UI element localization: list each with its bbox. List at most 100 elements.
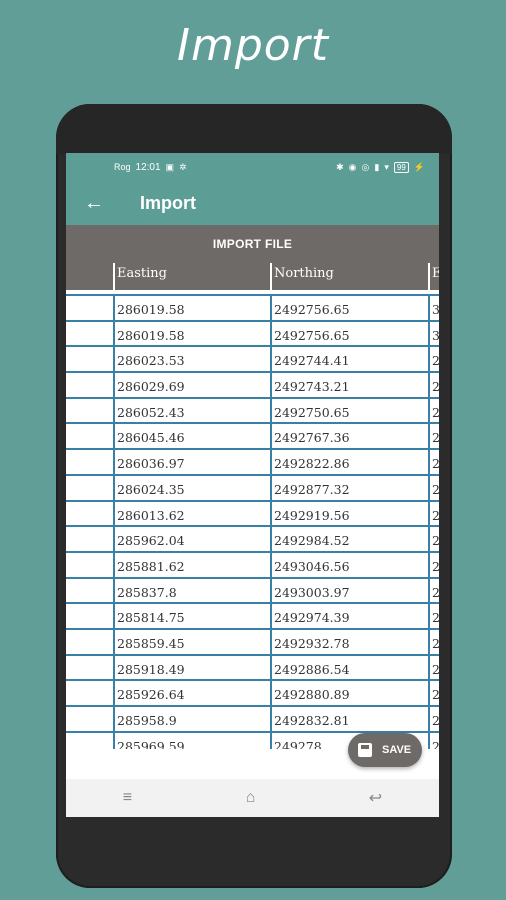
table-cell: 2 [432,404,439,420]
save-label: SAVE [382,744,412,756]
table-row[interactable]: 285958.9 2492832.81 2 [66,707,439,733]
status-time: 12:01 [135,161,161,173]
table-body: 286019.58 2492756.65 3 286019.58 2492756.65 3… [66,296,439,749]
phone-screen: Rog 12:01 ▣ ✲ ✱ ◉ ◎ ▮ ▾ 99 ⚡ ← Import IM… [66,153,439,817]
table-cell [66,655,115,680]
wifi-icon: ▾ [384,161,389,172]
table-cell: 2 [432,584,439,600]
table-cell: 2492984.52 [272,527,430,551]
table-row[interactable]: 285926.64 2492880.89 2 [66,681,439,707]
table-row[interactable]: 286024.35 2492877.32 2 [66,475,439,502]
charging-icon: ⚡ [413,161,425,172]
table-cell: 286023.53 [115,347,272,372]
table-cell: 2492832.81 [272,707,430,731]
table-row[interactable]: 285814.75 2492974.39 2 [66,604,439,630]
table-cell: 2 [432,738,439,749]
data-table[interactable]: Easting Northing E 286019.58 2492756.65 3 2… [66,263,439,749]
table-cell: 285859.45 [115,629,272,654]
table-cell: 2492756.65 [272,296,430,320]
table-cell [66,527,115,551]
table-cell: 2492932.78 [272,629,430,654]
table-row[interactable]: 285837.8 2493003.97 2 [66,578,439,605]
table-cell [66,450,115,474]
table-cell: 2 [432,353,439,369]
table-cell: 285962.04 [115,527,272,551]
table-cell: 286019.58 [115,321,272,346]
back-icon[interactable]: ↩ [369,788,382,808]
table-cell: 2492974.39 [272,604,430,628]
menu-icon[interactable]: ≡ [123,789,132,807]
table-cell [66,475,115,500]
table-cell [66,398,115,423]
bluetooth-icon: ✱ [336,161,344,172]
app-bar: ← Import [66,181,439,225]
table-cell: 2 [432,481,439,497]
notification-icon: ▣ [165,161,175,172]
save-button[interactable]: SAVE [348,733,422,767]
table-cell [66,707,115,731]
table-row[interactable]: 286045.46 2492767.36 2 [66,424,439,451]
promo-title: Import [176,20,330,71]
table-cell: 2 [432,713,439,728]
table-cell: 286045.46 [115,424,272,449]
battery-icon: 99 [393,161,409,173]
table-cell [66,604,115,628]
table-row[interactable]: 286019.58 2492756.65 3 [66,296,439,322]
column-header-northing: Northing [272,263,430,290]
table-cell: 2 [432,456,439,472]
column-header-easting: Easting [115,263,272,290]
table-cell: 2492750.65 [272,398,430,423]
settings-icon: ✲ [179,161,187,172]
table-row[interactable]: 285859.45 2492932.78 2 [66,629,439,656]
table-row[interactable]: 285881.62 2493046.56 2 [66,552,439,579]
table-cell: 2492822.86 [272,450,430,474]
table-cell [66,578,115,603]
table-cell: 285837.8 [115,578,272,603]
table-row[interactable]: 286029.69 2492743.21 2 [66,373,439,399]
table-cell: 285926.64 [115,681,272,705]
table-cell [66,552,115,577]
table-cell [66,501,115,526]
table-cell: 2 [432,507,439,523]
table-cell: 2492880.89 [272,681,430,705]
arrow-left-icon[interactable]: ← [84,192,122,215]
table-row[interactable]: 286013.62 2492919.56 2 [66,501,439,528]
table-cell: 285969.59 [115,732,272,749]
import-file-button[interactable]: IMPORT FILE [66,225,439,263]
eye-icon: ◎ [361,161,370,172]
table-row[interactable]: 285918.49 2492886.54 2 [66,655,439,682]
save-icon [358,743,372,757]
table-cell: 2 [432,379,439,395]
table-row[interactable]: 286023.53 2492744.41 2 [66,347,439,374]
table-row[interactable]: 286019.58 2492756.65 3 [66,321,439,348]
table-cell [66,347,115,372]
home-icon[interactable]: ⌂ [246,789,256,807]
table-cell: 285918.49 [115,655,272,680]
table-cell: 2 [432,687,439,703]
table-row[interactable]: 286052.43 2492750.65 2 [66,398,439,425]
table-cell: 286029.69 [115,373,272,397]
status-bar: Rog 12:01 ▣ ✲ ✱ ◉ ◎ ▮ ▾ 99 ⚡ [66,153,439,181]
table-cell: 286036.97 [115,450,272,474]
table-cell: 286024.35 [115,475,272,500]
table-cell: 285881.62 [115,552,272,577]
table-cell: 2 [432,430,439,446]
table-cell: 2 [432,610,439,626]
table-cell: 285814.75 [115,604,272,628]
table-cell: 285958.9 [115,707,272,731]
table-cell [66,732,115,749]
table-cell: 286019.58 [115,296,272,320]
table-cell: 2492767.36 [272,424,430,449]
table-row[interactable]: 286036.97 2492822.86 2 [66,450,439,476]
table-cell [66,424,115,449]
table-cell: 2492743.21 [272,373,430,397]
table-cell [66,296,115,320]
table-header: Easting Northing E [66,263,439,290]
table-cell: 3 [432,327,439,343]
alarm-icon: ◉ [348,161,357,172]
table-cell: 2 [432,661,439,677]
table-cell [66,629,115,654]
phone-top [56,104,452,154]
column-header-elevation: E [432,266,439,281]
table-row[interactable]: 285962.04 2492984.52 2 [66,527,439,553]
